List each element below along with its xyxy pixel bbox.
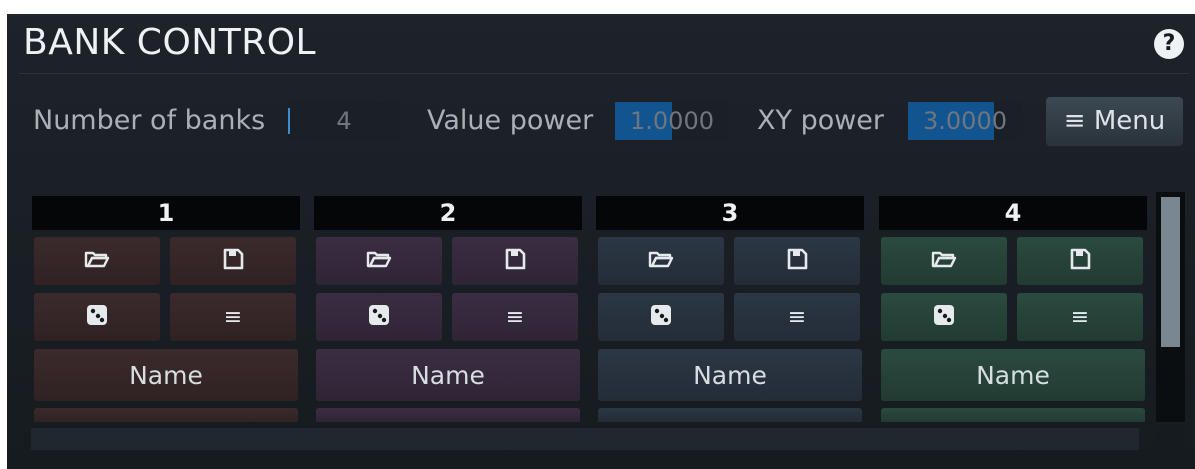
scrollbar-thumb[interactable] — [1161, 197, 1180, 347]
help-button[interactable]: ? — [1154, 29, 1184, 59]
open-preset-button[interactable] — [881, 237, 1007, 285]
save-preset-button[interactable] — [170, 237, 296, 285]
randomize-button[interactable] — [316, 293, 442, 341]
dice-icon — [369, 305, 389, 329]
value-indicator — [288, 108, 290, 134]
bank-control-panel: BANK CONTROL ? Number of banks 4 Value p… — [7, 14, 1195, 469]
randomize-button[interactable] — [598, 293, 724, 341]
dice-icon — [87, 305, 107, 329]
bank-name-button[interactable]: Name — [598, 349, 862, 401]
menu-button[interactable]: ≡ Menu — [1046, 97, 1183, 146]
open-preset-button[interactable] — [598, 237, 724, 285]
menu-icon: ≡ — [787, 304, 807, 330]
bank-extra-button[interactable] — [316, 408, 580, 422]
folder-open-icon — [84, 249, 110, 273]
xy-power-label: XY power — [757, 105, 885, 136]
value-power-label: Value power — [427, 105, 594, 136]
dice-icon — [651, 305, 671, 329]
dice-icon — [934, 305, 954, 329]
bank-extra-button[interactable] — [34, 408, 298, 422]
bank-number: 1 — [32, 196, 300, 230]
open-preset-button[interactable] — [34, 237, 160, 285]
number-of-banks-label: Number of banks — [33, 105, 266, 136]
bank-number: 3 — [596, 196, 864, 230]
bank-number: 2 — [314, 196, 582, 230]
floppy-disk-icon — [504, 248, 526, 274]
bank-extra-button[interactable] — [881, 408, 1145, 422]
bank-3: 3 ≡ Name — [596, 196, 864, 422]
menu-icon: ≡ — [1070, 304, 1090, 330]
value-power-field[interactable]: 1.0000 — [615, 102, 729, 140]
bank-name-button[interactable]: Name — [316, 349, 580, 401]
folder-open-icon — [931, 249, 957, 273]
bank-name-button[interactable]: Name — [881, 349, 1145, 401]
value-power-value: 1.0000 — [630, 107, 714, 135]
bank-menu-button[interactable]: ≡ — [170, 293, 296, 341]
number-of-banks-value: 4 — [336, 107, 352, 135]
menu-icon: ≡ — [223, 304, 243, 330]
xy-power-field[interactable]: 3.0000 — [908, 102, 1022, 140]
panel-title: BANK CONTROL — [23, 22, 317, 63]
title-divider — [19, 73, 1189, 74]
folder-open-icon — [366, 249, 392, 273]
bank-1: 1 ≡ Name — [32, 196, 300, 422]
bank-menu-button[interactable]: ≡ — [452, 293, 578, 341]
bank-extra-button[interactable] — [598, 408, 862, 422]
bank-menu-button[interactable]: ≡ — [734, 293, 860, 341]
floppy-disk-icon — [1069, 248, 1091, 274]
vertical-scrollbar[interactable] — [1156, 192, 1185, 422]
randomize-button[interactable] — [34, 293, 160, 341]
scroll-corner — [1156, 426, 1185, 450]
horizontal-scrollbar[interactable] — [31, 428, 1139, 450]
xy-power-value: 3.0000 — [923, 107, 1007, 135]
bank-4: 4 ≡ Name — [879, 196, 1147, 422]
save-preset-button[interactable] — [1017, 237, 1143, 285]
floppy-disk-icon — [786, 248, 808, 274]
folder-open-icon — [648, 249, 674, 273]
bank-name-button[interactable]: Name — [34, 349, 298, 401]
floppy-disk-icon — [222, 248, 244, 274]
open-preset-button[interactable] — [316, 237, 442, 285]
bank-menu-button[interactable]: ≡ — [1017, 293, 1143, 341]
bank-number: 4 — [879, 196, 1147, 230]
menu-icon: ≡ — [505, 304, 525, 330]
randomize-button[interactable] — [881, 293, 1007, 341]
number-of-banks-field[interactable]: 4 — [288, 102, 400, 140]
save-preset-button[interactable] — [452, 237, 578, 285]
bank-2: 2 ≡ Name — [314, 196, 582, 422]
save-preset-button[interactable] — [734, 237, 860, 285]
